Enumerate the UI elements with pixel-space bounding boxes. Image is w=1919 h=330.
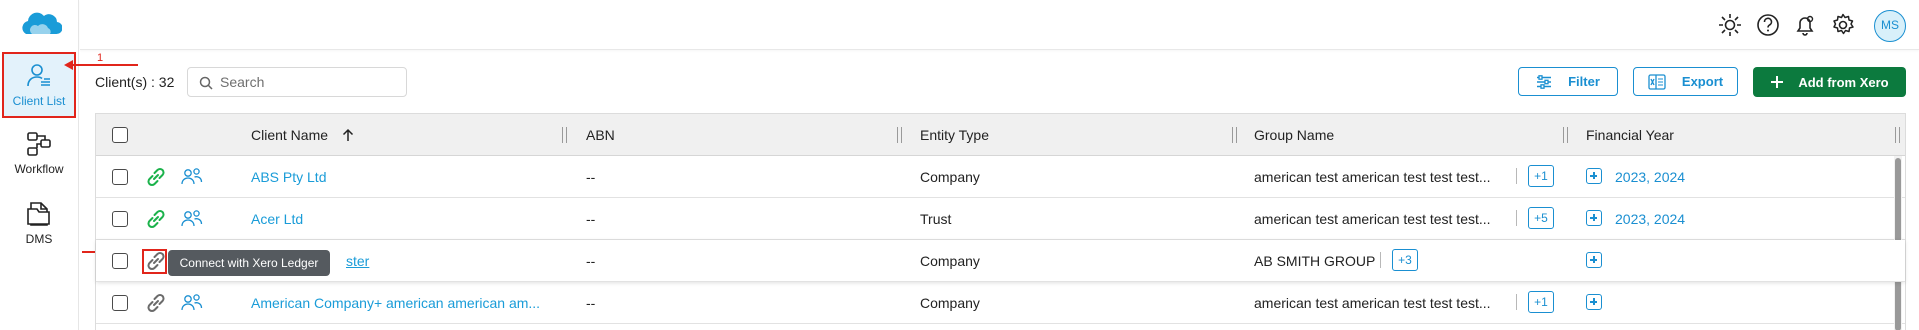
table-row[interactable]: ster -- Company AB SMITH GROUP +3 [96, 240, 1905, 282]
column-resize-handle[interactable] [1563, 127, 1568, 143]
add-financial-year-icon[interactable] [1586, 294, 1602, 310]
cloud-logo-icon[interactable] [18, 8, 62, 40]
help-icon[interactable] [1755, 12, 1781, 38]
dms-icon [27, 202, 50, 226]
group-more-badge[interactable]: +1 [1528, 291, 1554, 313]
sun-icon[interactable] [1717, 12, 1743, 38]
xero-connected-link-icon[interactable] [144, 165, 168, 189]
row-checkbox[interactable] [112, 295, 128, 311]
clients-table: Client Name ABN Entity Type Group Name F… [95, 113, 1906, 330]
search-box[interactable] [187, 67, 407, 97]
abn-cell: -- [586, 169, 596, 185]
client-group-icon[interactable] [180, 165, 204, 189]
xero-connected-link-icon[interactable] [144, 207, 168, 231]
search-input[interactable] [220, 72, 400, 92]
column-header-client-name[interactable]: Client Name [251, 127, 328, 143]
row-checkbox[interactable] [112, 169, 128, 185]
add-financial-year-icon[interactable] [1586, 210, 1602, 226]
add-financial-year-icon[interactable] [1586, 252, 1602, 268]
abn-cell: -- [586, 253, 596, 269]
annotation-highlight-box [142, 249, 167, 274]
table-row[interactable]: American Company+ american american am..… [96, 282, 1905, 324]
table-row[interactable]: Acer Ltd -- Trust american test american… [96, 198, 1905, 240]
group-name-cell: american test american test test test... [1254, 211, 1491, 227]
group-name-cell: american test american test test test... [1254, 295, 1491, 311]
column-resize-handle[interactable] [1232, 127, 1237, 143]
client-name-link[interactable]: ster [346, 253, 369, 269]
financial-years[interactable]: 2023, 2024 [1615, 211, 1685, 227]
avatar[interactable]: MS [1874, 10, 1906, 42]
app: Client List Workflow DMS 1 MS Client(s) … [0, 0, 1919, 330]
column-header-group-name[interactable]: Group Name [1254, 127, 1334, 143]
separator [1516, 168, 1517, 184]
entity-type-cell: Company [920, 253, 980, 269]
column-resize-handle[interactable] [562, 127, 567, 143]
sidebar-item-label: Workflow [14, 162, 64, 176]
top-bar: MS [80, 0, 1919, 50]
group-more-badge[interactable]: +3 [1392, 249, 1418, 271]
column-resize-handle[interactable] [1895, 127, 1900, 143]
separator [1516, 294, 1517, 310]
gear-icon[interactable] [1830, 12, 1856, 38]
client-name-link[interactable]: ABS Pty Ltd [251, 169, 326, 185]
sidebar-item-label: DMS [25, 232, 53, 246]
column-header-entity-type[interactable]: Entity Type [920, 127, 989, 143]
client-list-icon [27, 64, 50, 87]
sidebar-item-label: Client List [12, 94, 66, 108]
select-all-checkbox[interactable] [112, 127, 128, 143]
table-row[interactable]: ABS Pty Ltd -- Company american test ame… [96, 156, 1905, 198]
filter-label: Filter [1568, 74, 1600, 89]
export-button[interactable]: Export [1633, 67, 1738, 96]
export-icon [1648, 73, 1666, 90]
separator [1380, 252, 1381, 268]
group-more-badge[interactable]: +5 [1528, 207, 1554, 229]
group-name-cell: american test american test test test... [1254, 169, 1491, 185]
add-from-xero-label: Add from Xero [1798, 74, 1889, 90]
bell-icon[interactable] [1792, 12, 1818, 38]
financial-years[interactable]: 2023, 2024 [1615, 169, 1685, 185]
workflow-icon [27, 132, 51, 156]
client-name-link[interactable]: Acer Ltd [251, 211, 303, 227]
client-group-icon[interactable] [180, 207, 204, 231]
table-header: Client Name ABN Entity Type Group Name F… [96, 114, 1905, 156]
tooltip: Connect with Xero Ledger [168, 250, 330, 276]
row-checkbox[interactable] [112, 253, 128, 269]
entity-type-cell: Company [920, 169, 980, 185]
entity-type-cell: Company [920, 295, 980, 311]
client-count: Client(s) : 32 [95, 74, 175, 90]
column-resize-handle[interactable] [897, 127, 902, 143]
abn-cell: -- [586, 295, 596, 311]
group-more-badge[interactable]: +1 [1528, 165, 1554, 187]
sidebar-item-dms[interactable]: DMS [2, 192, 76, 258]
search-icon [199, 76, 213, 90]
sidebar: Client List Workflow DMS [0, 0, 79, 330]
connect-xero-link-icon[interactable] [144, 291, 168, 315]
sidebar-item-workflow[interactable]: Workflow [2, 122, 76, 188]
sort-ascending-icon[interactable] [342, 128, 354, 142]
abn-cell: -- [586, 211, 596, 227]
add-financial-year-icon[interactable] [1586, 168, 1602, 184]
annotation-number-1: 1 [97, 52, 104, 64]
client-name-link[interactable]: American Company+ american american am..… [251, 295, 540, 311]
row-checkbox[interactable] [112, 211, 128, 227]
client-group-icon[interactable] [180, 291, 204, 315]
export-label: Export [1681, 74, 1724, 89]
filter-icon [1537, 74, 1552, 89]
separator [1516, 210, 1517, 226]
group-name-cell: AB SMITH GROUP [1254, 253, 1376, 269]
plus-icon [1771, 76, 1784, 88]
column-header-financial-year[interactable]: Financial Year [1586, 127, 1674, 143]
column-header-abn[interactable]: ABN [586, 127, 615, 143]
filter-button[interactable]: Filter [1518, 67, 1618, 96]
entity-type-cell: Trust [920, 211, 952, 227]
add-from-xero-button[interactable]: Add from Xero [1753, 67, 1906, 97]
